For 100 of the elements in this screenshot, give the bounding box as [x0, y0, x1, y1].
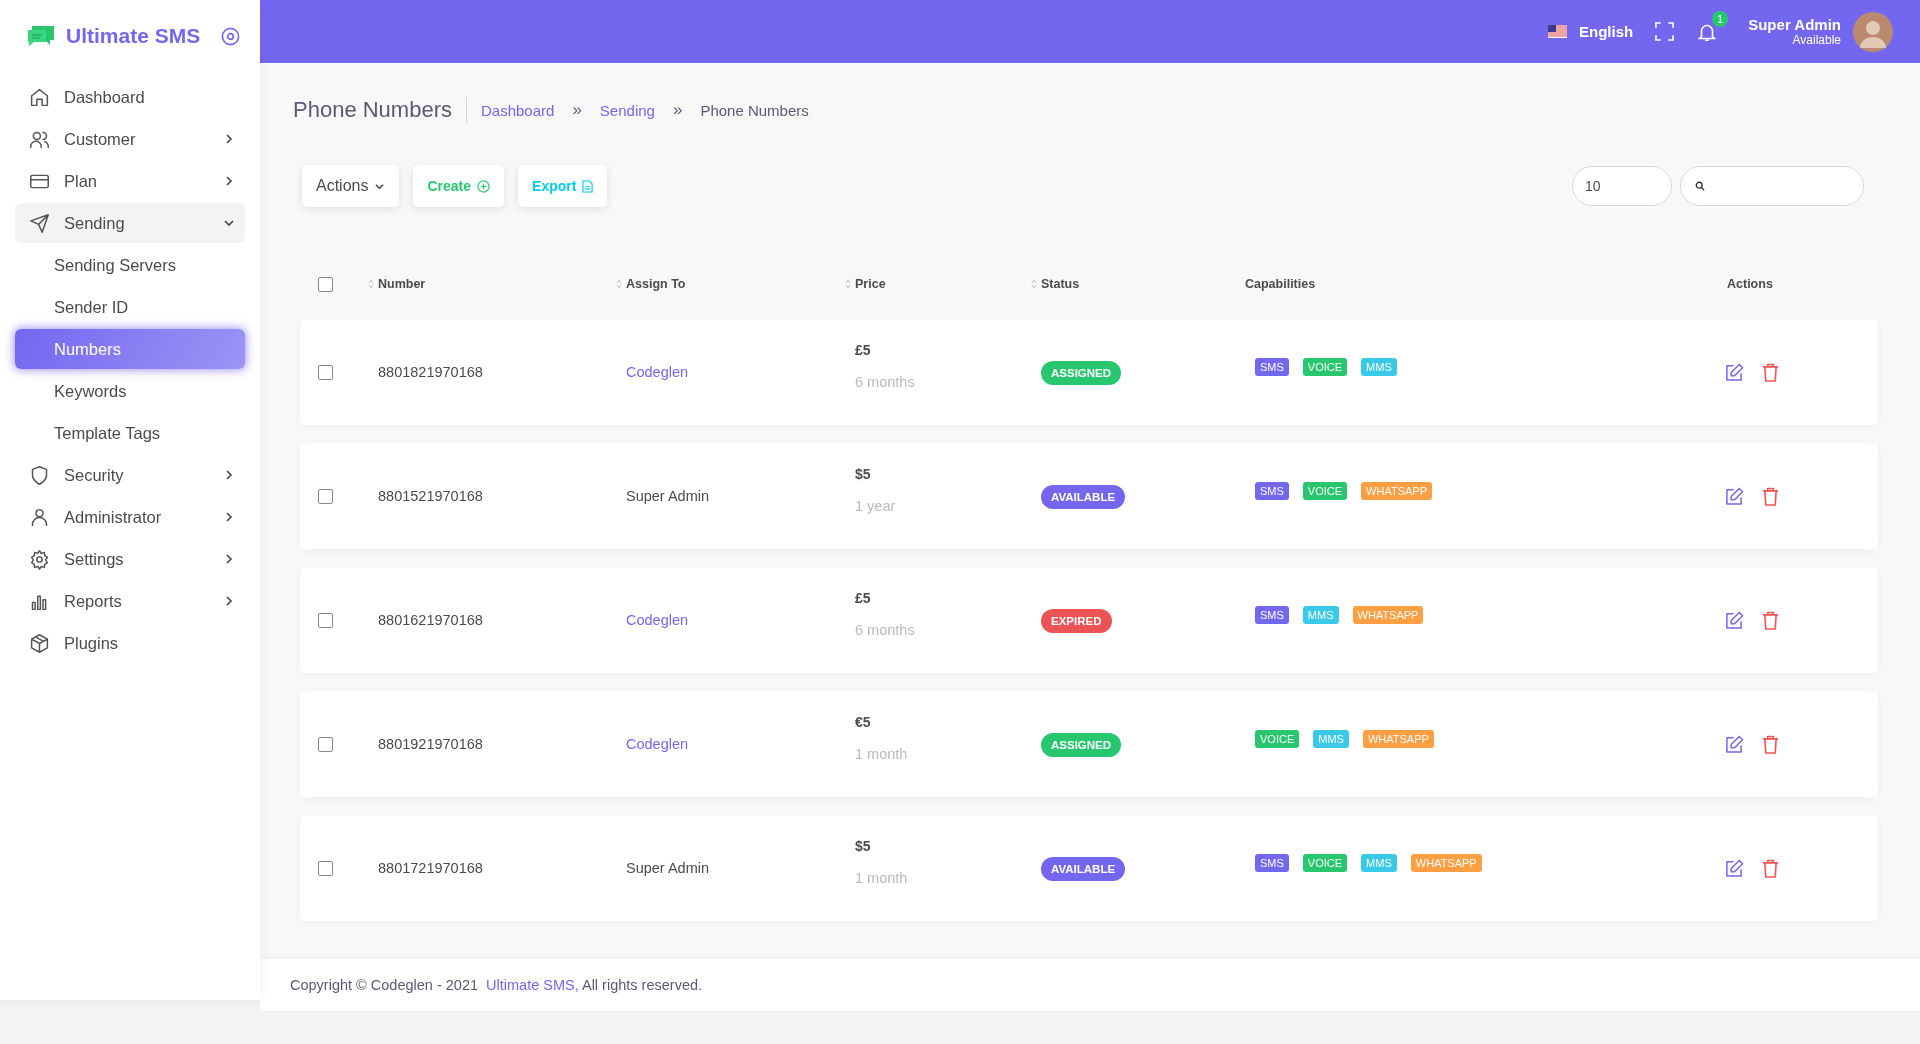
- billing-period: 1 year: [855, 498, 897, 514]
- row-checkbox[interactable]: [318, 488, 333, 504]
- sidebar-item[interactable]: Dashboard: [15, 77, 245, 117]
- sidebar-item[interactable]: Settings: [15, 539, 245, 579]
- phone-number: 8801821970168: [378, 364, 483, 380]
- edit-icon[interactable]: [1725, 734, 1744, 754]
- sidebar-item[interactable]: Sending: [15, 203, 245, 243]
- box-icon: [29, 632, 50, 654]
- phone-number: 8801521970168: [378, 488, 483, 504]
- status-badge: ASSIGNED: [1041, 733, 1122, 757]
- column-header[interactable]: Status: [1031, 277, 1080, 291]
- capability-tag: WHATSAPP: [1352, 606, 1424, 624]
- flag-icon: [1548, 25, 1568, 38]
- file-icon: [582, 179, 594, 193]
- delete-icon[interactable]: [1762, 486, 1779, 506]
- assignee-link[interactable]: Codeglen: [626, 736, 689, 752]
- shield-icon: [29, 464, 50, 486]
- search-field[interactable]: [1680, 166, 1864, 206]
- edit-icon[interactable]: [1725, 362, 1744, 382]
- row-checkbox[interactable]: [318, 364, 333, 380]
- price: €5: [855, 714, 872, 730]
- row-checkbox[interactable]: [318, 860, 333, 876]
- sort-icon: [845, 279, 851, 289]
- sidebar-subitem[interactable]: Numbers: [15, 329, 245, 369]
- chevron-right-icon: [223, 175, 235, 187]
- chevron-down-icon: [223, 217, 235, 229]
- sidebar-item[interactable]: Plan: [15, 161, 245, 201]
- breadcrumb-link[interactable]: Dashboard: [481, 101, 555, 119]
- sort-icon: [616, 279, 622, 289]
- delete-icon[interactable]: [1762, 362, 1779, 382]
- capability-tag: WHATSAPP: [1362, 730, 1434, 748]
- billing-period: 6 months: [855, 622, 916, 638]
- sidebar-item[interactable]: Security: [15, 455, 245, 495]
- status-badge: ASSIGNED: [1041, 361, 1122, 385]
- user-status: Available: [1792, 33, 1841, 47]
- target-icon[interactable]: [221, 26, 240, 46]
- select-all-checkbox[interactable]: [318, 276, 333, 292]
- status-badge: AVAILABLE: [1041, 485, 1126, 509]
- row-checkbox[interactable]: [318, 612, 333, 628]
- status-badge: EXPIRED: [1041, 609, 1112, 633]
- actions-dropdown[interactable]: Actions: [302, 165, 400, 207]
- row-checkbox[interactable]: [318, 736, 333, 752]
- sidebar-subitem[interactable]: Sender ID: [15, 287, 245, 327]
- sidebar-subitem[interactable]: Sending Servers: [15, 245, 245, 285]
- gear-icon: [29, 548, 50, 570]
- chevron-right-icon: [223, 511, 235, 523]
- breadcrumb-current: Phone Numbers: [700, 101, 809, 119]
- page-title: Phone Numbers: [293, 97, 467, 123]
- delete-icon[interactable]: [1762, 858, 1779, 878]
- chevron-right-icon: [223, 133, 235, 145]
- search-icon: [1695, 181, 1705, 191]
- phone-number: 8801721970168: [378, 860, 483, 876]
- sidebar-subitem[interactable]: Keywords: [15, 371, 245, 411]
- language-selector[interactable]: English: [1548, 23, 1634, 40]
- capability-tag: VOICE: [1302, 358, 1348, 376]
- page-size-field[interactable]: 10: [1572, 166, 1672, 206]
- chevron-right-icon: [223, 553, 235, 565]
- sidebar-item[interactable]: Administrator: [15, 497, 245, 537]
- breadcrumb-link[interactable]: Sending: [599, 101, 655, 119]
- user-icon: [29, 506, 50, 528]
- edit-icon[interactable]: [1725, 858, 1744, 878]
- sidebar-item[interactable]: Plugins: [15, 623, 245, 663]
- sort-icon: [1031, 279, 1037, 289]
- sidebar-item[interactable]: Customer: [15, 119, 245, 159]
- footer-link[interactable]: Ultimate SMS,: [486, 977, 579, 993]
- assignee-link[interactable]: Codeglen: [626, 612, 689, 628]
- column-header[interactable]: Number: [368, 277, 426, 291]
- phone-number: 8801921970168: [378, 736, 483, 752]
- logo-icon: [26, 24, 56, 48]
- billing-period: 1 month: [855, 870, 909, 886]
- sidebar-subitem[interactable]: Template Tags: [15, 413, 245, 453]
- column-header: Capabilities: [1245, 277, 1316, 291]
- home-icon: [29, 86, 50, 108]
- billing-period: 1 month: [855, 746, 909, 762]
- avatar[interactable]: [1853, 11, 1893, 52]
- edit-icon[interactable]: [1725, 610, 1744, 630]
- capability-tag: MMS: [1313, 730, 1349, 748]
- fullscreen-icon[interactable]: [1655, 22, 1675, 41]
- billing-period: 6 months: [855, 374, 916, 390]
- capability-tag: VOICE: [1302, 482, 1348, 500]
- column-header[interactable]: Price: [845, 277, 886, 291]
- sidebar-item[interactable]: Reports: [15, 581, 245, 621]
- delete-icon[interactable]: [1762, 610, 1779, 630]
- chevron-right-icon: [223, 469, 235, 481]
- price: £5: [855, 590, 872, 606]
- column-header[interactable]: Assign To: [616, 277, 686, 291]
- delete-icon[interactable]: [1762, 734, 1779, 754]
- capability-tag: MMS: [1361, 854, 1397, 872]
- capability-tag: VOICE: [1302, 854, 1348, 872]
- sort-icon: [368, 279, 374, 289]
- breadcrumb-separator: »: [572, 100, 582, 120]
- status-badge: AVAILABLE: [1041, 857, 1126, 881]
- capability-tag: WHATSAPP: [1410, 854, 1482, 872]
- notification-badge: 1: [1712, 10, 1729, 27]
- edit-icon[interactable]: [1725, 486, 1744, 506]
- plus-circle-icon: [477, 179, 491, 193]
- capability-tag: SMS: [1255, 606, 1289, 624]
- capability-tag: MMS: [1302, 606, 1339, 624]
- assignee-link[interactable]: Codeglen: [626, 364, 689, 380]
- user-name: Super Admin: [1748, 16, 1841, 33]
